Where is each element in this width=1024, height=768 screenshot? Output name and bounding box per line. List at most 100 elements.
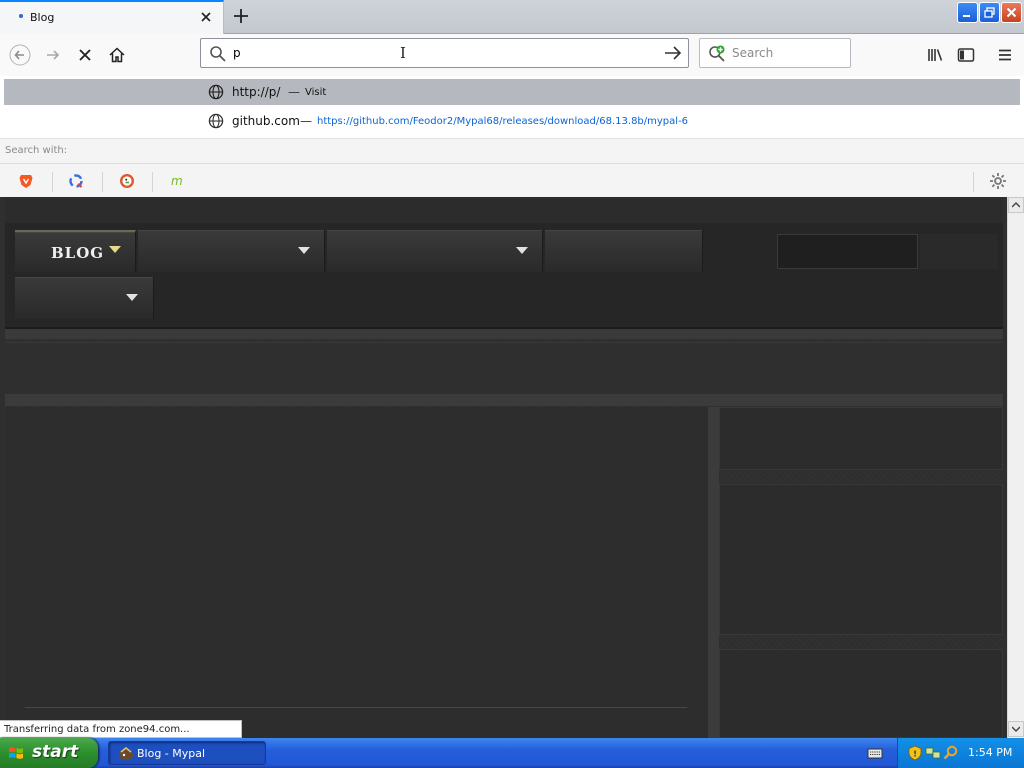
chevron-down-icon [1012, 726, 1020, 732]
site-header: BLOG [5, 197, 1003, 329]
hamburger-menu-icon [999, 49, 1011, 61]
chevron-down-icon [298, 247, 310, 254]
keyboard-icon[interactable] [867, 745, 883, 761]
search-placeholder: Search [732, 46, 774, 60]
engine-divider [152, 172, 153, 192]
sidebar-widget [719, 484, 1003, 635]
close-tab-icon[interactable] [199, 10, 213, 24]
suggestion-separator: — [300, 114, 312, 128]
minimize-button[interactable] [957, 2, 978, 23]
search-bar[interactable]: Search [699, 38, 851, 68]
engine-divider [52, 172, 53, 192]
restore-button[interactable] [979, 2, 1000, 23]
gear-icon[interactable] [988, 171, 1008, 191]
home-button[interactable] [103, 41, 131, 69]
suggestion-title: github.com [232, 114, 300, 128]
loading-indicator [19, 14, 23, 18]
main-content-column [5, 407, 708, 738]
search-tray-icon[interactable] [943, 745, 959, 761]
system-tray: ! 1:54 PM [897, 738, 1024, 768]
home-icon [109, 47, 125, 63]
content-divider [25, 707, 687, 708]
svg-text:m: m [171, 174, 183, 188]
stop-button[interactable] [71, 41, 99, 69]
sidebar-button[interactable] [952, 41, 980, 69]
engine-divider [102, 172, 103, 192]
banner-bar [5, 342, 1003, 394]
forward-arrow-icon [47, 50, 60, 60]
menu-item-4[interactable] [545, 230, 703, 272]
text-cursor-icon: I [400, 44, 406, 62]
search-engines-row: m [0, 163, 1024, 197]
menu-item-5[interactable] [15, 277, 154, 319]
menu-button[interactable] [991, 41, 1019, 69]
tab-strip: Blog [0, 0, 1024, 34]
brave-search-button[interactable] [16, 171, 36, 191]
back-button[interactable] [6, 41, 34, 69]
back-arrow-icon [9, 44, 31, 66]
search-icon [210, 46, 226, 62]
globe-icon [208, 84, 224, 100]
engine-divider [973, 172, 974, 192]
vertical-scrollbar[interactable] [1007, 197, 1024, 738]
scroll-down-button[interactable] [1008, 721, 1024, 737]
mojeek-icon: m [171, 174, 183, 188]
duckduckgo-icon [120, 174, 134, 188]
divider-band [5, 329, 1003, 339]
clock: 1:54 PM [968, 746, 1013, 759]
tab-blog[interactable]: Blog [0, 0, 224, 34]
add-search-engine-icon[interactable] [708, 45, 726, 63]
search-with-label: Search with: [5, 145, 68, 156]
url-input-value[interactable]: p [233, 46, 241, 60]
menu-item-3[interactable] [327, 230, 543, 272]
chevron-down-icon [109, 246, 121, 253]
start-label: start [32, 742, 79, 762]
menu-label-blog: BLOG [51, 244, 105, 262]
svg-text:!: ! [913, 750, 917, 759]
tab-title: Blog [30, 11, 55, 24]
mypal-app-icon [119, 747, 133, 760]
taskbar: start Blog - Mypal ! 1:54 PM [0, 738, 1024, 768]
column-gutter [708, 407, 719, 738]
new-tab-icon[interactable] [229, 5, 253, 27]
restore-icon [984, 7, 995, 18]
suggestion-visit[interactable]: http://p/ — Visit [4, 79, 1020, 105]
chevron-down-icon [126, 294, 138, 301]
network-icon[interactable] [925, 745, 941, 761]
divider-band [5, 394, 1003, 406]
library-icon [928, 49, 943, 61]
chevron-down-icon [516, 247, 528, 254]
globe-icon [208, 113, 224, 129]
window-controls [957, 2, 1022, 24]
suggestion-link: https://github.com/Feodor2/Mypal68/relea… [317, 116, 689, 127]
forward-button[interactable] [39, 41, 67, 69]
url-bar[interactable]: p I [200, 38, 689, 68]
library-button[interactable] [921, 41, 949, 69]
duckduckgo-search-button[interactable] [117, 171, 137, 191]
site-search-input[interactable] [777, 234, 918, 269]
navigation-toolbar: p I Search [0, 34, 1024, 76]
menu-item-2[interactable] [138, 230, 325, 272]
taskbar-window-label: Blog - Mypal [137, 747, 206, 760]
header-top-strip [5, 197, 1003, 223]
suggestion-github[interactable]: github.com — https://github.com/Feodor2/… [4, 108, 1020, 134]
go-arrow-icon[interactable] [662, 43, 684, 63]
security-shield-icon[interactable]: ! [907, 745, 923, 761]
qwant-search-button[interactable] [66, 171, 86, 191]
close-window-button[interactable] [1001, 2, 1022, 23]
minimize-icon [963, 15, 970, 17]
stop-icon [79, 49, 91, 61]
mojeek-search-button[interactable]: m [168, 171, 188, 191]
site-search-button[interactable] [920, 234, 998, 269]
menu-item-blog[interactable]: BLOG [15, 230, 136, 272]
close-window-icon [1006, 7, 1017, 18]
brave-icon [19, 175, 33, 188]
sidebar-widget [719, 649, 1003, 738]
windows-logo-icon [9, 747, 23, 759]
taskbar-window-button[interactable]: Blog - Mypal [108, 741, 266, 765]
qwant-icon [69, 174, 83, 188]
page-content: BLOG [0, 197, 1007, 738]
start-button[interactable]: start [0, 738, 98, 768]
scroll-up-button[interactable] [1008, 197, 1024, 213]
sidebar-icon [957, 48, 975, 62]
